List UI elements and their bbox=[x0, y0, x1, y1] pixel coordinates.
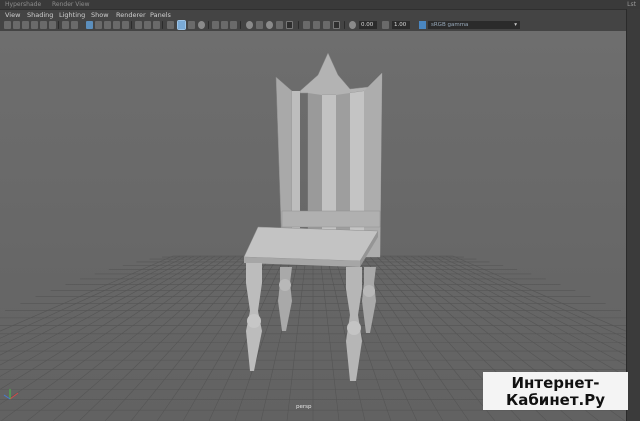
two-sided-lighting-icon[interactable] bbox=[313, 21, 320, 29]
wireframe-icon[interactable] bbox=[135, 21, 142, 29]
anti-aliasing-icon[interactable] bbox=[266, 21, 273, 29]
grid-icon[interactable] bbox=[62, 21, 69, 29]
watermark-logo: Интернет- Кабинет.Ру bbox=[483, 372, 628, 410]
gate-mask-icon[interactable] bbox=[95, 21, 102, 29]
tab-hypershade[interactable]: Hypershade bbox=[5, 0, 41, 9]
ambient-occlusion-icon[interactable] bbox=[246, 21, 253, 29]
chair-seat-top bbox=[243, 226, 379, 262]
toolbar-separator bbox=[298, 21, 299, 29]
image-plane-icon[interactable] bbox=[31, 21, 38, 29]
camera-name-label: persp bbox=[296, 404, 312, 410]
motion-blur-icon[interactable] bbox=[256, 21, 263, 29]
xray-joints-icon[interactable] bbox=[230, 21, 237, 29]
toolbar-separator bbox=[208, 21, 209, 29]
image-icon[interactable] bbox=[333, 21, 340, 29]
chair-leg-knob bbox=[363, 285, 375, 297]
chair-back-rail bbox=[281, 210, 381, 228]
two-d-pan-icon[interactable] bbox=[40, 21, 47, 29]
panel-toolbar: 0.00 1.00 sRGB gamma ▾ bbox=[0, 20, 626, 31]
color-management-icon[interactable] bbox=[419, 21, 426, 29]
color-space-value: sRGB gamma bbox=[431, 22, 469, 28]
bookmarks-icon[interactable] bbox=[22, 21, 29, 29]
toolbar-separator bbox=[58, 21, 59, 29]
watermark-line-1: Интернет- bbox=[511, 374, 600, 392]
film-gate-icon[interactable] bbox=[71, 21, 78, 29]
isolate-view-icon[interactable] bbox=[303, 21, 310, 29]
chair-leg-knob bbox=[347, 321, 361, 335]
grease-pencil-icon[interactable] bbox=[49, 21, 56, 29]
watermark-line-2: Кабинет.Ру bbox=[505, 391, 606, 409]
panel-tab-bar: Hypershade Render View Lst bbox=[0, 0, 640, 9]
exposure-icon[interactable] bbox=[349, 21, 356, 29]
perspective-viewport[interactable]: persp bbox=[0, 31, 626, 421]
safe-title-icon[interactable] bbox=[122, 21, 129, 29]
gamma-field[interactable]: 1.00 bbox=[392, 21, 410, 29]
chevron-down-icon: ▾ bbox=[514, 22, 517, 28]
resolution-gate-icon[interactable] bbox=[86, 21, 93, 29]
xray-icon[interactable] bbox=[221, 21, 228, 29]
tab-render-view[interactable]: Render View bbox=[52, 0, 90, 9]
toolbar-separator bbox=[131, 21, 132, 29]
chair-back-right-post bbox=[364, 73, 382, 257]
safe-action-icon[interactable] bbox=[113, 21, 120, 29]
toolbar-separator bbox=[240, 21, 241, 29]
viewport-scene bbox=[0, 31, 626, 421]
isolate-select-icon[interactable] bbox=[212, 21, 219, 29]
depth-of-field-icon[interactable] bbox=[276, 21, 283, 29]
wireframe-on-shaded-icon[interactable] bbox=[153, 21, 160, 29]
hud-icon[interactable] bbox=[286, 21, 293, 29]
chair-leg-knob bbox=[279, 279, 291, 291]
side-panel bbox=[626, 9, 640, 421]
side-panel-label[interactable]: Lst bbox=[627, 0, 636, 9]
toolbar-separator bbox=[162, 21, 163, 29]
shadows-icon[interactable] bbox=[198, 21, 205, 29]
lights-icon[interactable] bbox=[188, 21, 195, 29]
select-camera-icon[interactable] bbox=[4, 21, 11, 29]
camera-attributes-icon[interactable] bbox=[13, 21, 20, 29]
chair-leg-knob bbox=[247, 314, 261, 328]
exposure-field[interactable]: 0.00 bbox=[359, 21, 377, 29]
toolbar-separator bbox=[344, 21, 345, 29]
smooth-shade-icon[interactable] bbox=[144, 21, 151, 29]
backface-culling-icon[interactable] bbox=[323, 21, 330, 29]
color-space-dropdown[interactable]: sRGB gamma ▾ bbox=[428, 21, 520, 29]
gamma-icon[interactable] bbox=[382, 21, 389, 29]
shaded-cube-icon[interactable] bbox=[167, 21, 174, 29]
field-chart-icon[interactable] bbox=[104, 21, 111, 29]
textured-icon[interactable] bbox=[177, 20, 186, 30]
